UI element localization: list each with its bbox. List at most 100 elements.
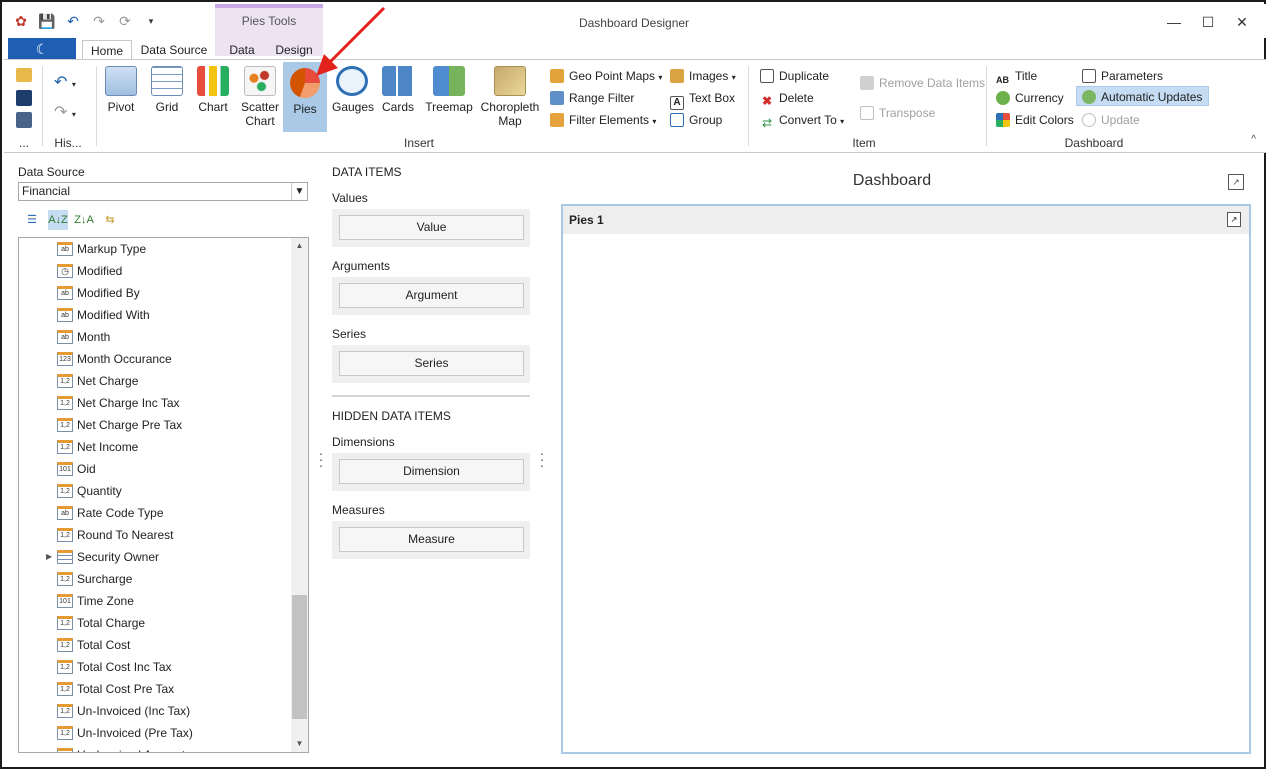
choropleth-map-button[interactable]: Choropleth Map (480, 64, 540, 130)
minimize-icon[interactable]: — (1164, 12, 1184, 32)
measure-drop-button[interactable]: Measure (339, 527, 524, 552)
field-type-icon: 1,2 (57, 726, 73, 740)
field-item[interactable]: 1,2 Un-Invoiced (Inc Tax) (19, 700, 308, 722)
filter-elements-button[interactable]: Filter Elements ▾ (550, 110, 656, 130)
series-well: Series (332, 345, 530, 383)
field-item[interactable]: 1,2 Net Charge (19, 370, 308, 392)
undo-icon[interactable]: ↶ (64, 12, 82, 30)
transpose-button[interactable]: Transpose (860, 103, 935, 123)
series-label: Series (332, 327, 367, 341)
field-type-icon: 1,2 (57, 682, 73, 696)
edit-colors-button[interactable]: Edit Colors (996, 110, 1074, 130)
group-by-type-icon[interactable]: ☰ (22, 210, 42, 230)
field-item[interactable]: 101 Time Zone (19, 590, 308, 612)
grid-button[interactable]: Grid (148, 64, 186, 130)
dimension-drop-button[interactable]: Dimension (339, 459, 524, 484)
chart-button[interactable]: Chart (194, 64, 232, 130)
field-list-scrollbar[interactable]: ▲ ▼ (291, 238, 308, 752)
field-list[interactable]: ab Markup Type ◷ Modified ab Modified By ab Mod… (18, 237, 309, 753)
convert-to-button[interactable]: ⇄ Convert To ▾ (760, 110, 844, 130)
field-item[interactable]: ab Modified By (19, 282, 308, 304)
scroll-up-icon[interactable]: ▲ (291, 238, 308, 254)
expand-arrow-icon[interactable]: ▶ (46, 546, 52, 568)
redo-large-icon[interactable]: ↷ ▾ (54, 102, 76, 122)
field-item[interactable]: 1,2 Net Income (19, 436, 308, 458)
field-item[interactable]: 1,2 Round To Nearest (19, 524, 308, 546)
save-all-icon[interactable] (16, 112, 32, 128)
save-file-icon[interactable] (16, 90, 32, 106)
values-label: Values (332, 191, 368, 205)
app-menu-icon: ☾ (35, 41, 49, 57)
auto-update-icon (1082, 90, 1096, 104)
left-splitter-grip[interactable]: · · · (318, 446, 324, 472)
treemap-button[interactable]: Treemap (424, 64, 474, 130)
update-button[interactable]: Update (1082, 110, 1140, 130)
dashboard-export-icon[interactable]: ↗ (1228, 174, 1244, 190)
field-item[interactable]: 1,2 Surcharge (19, 568, 308, 590)
palette-icon (996, 113, 1010, 127)
field-item[interactable]: 1,2 Net Charge Pre Tax (19, 414, 308, 436)
pies-dashboard-item[interactable]: Pies 1 ↗ (561, 204, 1251, 754)
field-item[interactable]: ▶ Security Owner (19, 546, 308, 568)
scrollbar-thumb[interactable] (292, 595, 307, 719)
pivot-button[interactable]: Pivot (102, 64, 140, 130)
field-item[interactable]: 1,2 Total Cost Pre Tax (19, 678, 308, 700)
automatic-updates-button[interactable]: Automatic Updates (1076, 86, 1210, 106)
title-button[interactable]: AB Title (996, 66, 1037, 86)
data-source-select[interactable]: Financial ▼ (18, 182, 308, 201)
field-item[interactable]: ab Rate Code Type (19, 502, 308, 524)
chevron-down-icon[interactable]: ▼ (291, 183, 307, 200)
currency-button[interactable]: Currency (996, 88, 1064, 108)
pies-item-title: Pies 1 (569, 213, 604, 227)
group-button[interactable]: Group (670, 110, 722, 130)
tab-data[interactable]: Data (222, 40, 262, 60)
duplicate-button[interactable]: Duplicate (760, 66, 829, 86)
customize-qat-icon[interactable]: ▾ (142, 12, 160, 30)
scroll-down-icon[interactable]: ▼ (291, 736, 308, 752)
tab-data-source[interactable]: Data Source (138, 40, 210, 60)
refresh-fields-icon[interactable]: ⇆ (100, 210, 120, 230)
sort-ascending-icon[interactable]: A↓Z (48, 210, 68, 230)
field-item[interactable]: 1,2 Net Charge Inc Tax (19, 392, 308, 414)
field-item[interactable]: 1,2 Quantity (19, 480, 308, 502)
item-export-icon[interactable]: ↗ (1227, 212, 1241, 227)
field-item[interactable]: 1,2 Un-Invoiced Amount (19, 744, 308, 752)
remove-data-items-button[interactable]: Remove Data Items (860, 73, 985, 93)
undo-large-icon[interactable]: ↶ ▾ (54, 72, 76, 92)
images-button[interactable]: Images ▾ (670, 66, 736, 86)
sort-descending-icon[interactable]: Z↓A (74, 210, 94, 230)
argument-drop-button[interactable]: Argument (339, 283, 524, 308)
tab-home[interactable]: Home (82, 40, 132, 60)
field-item[interactable]: ab Markup Type (19, 238, 308, 260)
delete-button[interactable]: ✖ Delete (760, 88, 814, 108)
open-icon[interactable] (16, 68, 32, 82)
scatter-chart-button[interactable]: Scatter Chart (238, 64, 282, 130)
value-drop-button[interactable]: Value (339, 215, 524, 240)
right-splitter-grip[interactable]: · · · (539, 446, 545, 472)
collapse-ribbon-icon[interactable]: ^ (1251, 134, 1256, 145)
field-item[interactable]: 123 Month Occurance (19, 348, 308, 370)
save-icon[interactable]: 💾 (38, 12, 56, 30)
refresh-icon[interactable]: ⟳ (116, 12, 134, 30)
parameters-button[interactable]: Parameters (1082, 66, 1163, 86)
field-item[interactable]: ◷ Modified (19, 260, 308, 282)
text-box-button[interactable]: A Text Box (670, 88, 735, 110)
field-name: Net Income (77, 440, 139, 454)
field-item[interactable]: 1,2 Total Cost (19, 634, 308, 656)
field-name: Total Charge (77, 616, 146, 630)
application-menu-button[interactable]: ☾ (8, 38, 76, 60)
close-icon[interactable]: ✕ (1232, 12, 1252, 32)
field-item[interactable]: 1,2 Total Charge (19, 612, 308, 634)
field-item[interactable]: ab Month (19, 326, 308, 348)
field-item[interactable]: 1,2 Total Cost Inc Tax (19, 656, 308, 678)
geo-point-maps-button[interactable]: Geo Point Maps ▾ (550, 66, 662, 86)
series-drop-button[interactable]: Series (339, 351, 524, 376)
maximize-icon[interactable]: ☐ (1198, 12, 1218, 32)
field-item[interactable]: 1,2 Un-Invoiced (Pre Tax) (19, 722, 308, 744)
redo-icon[interactable]: ↷ (90, 12, 108, 30)
choropleth-map-label: Choropleth Map (480, 100, 540, 128)
field-item[interactable]: 101 Oid (19, 458, 308, 480)
range-filter-button[interactable]: Range Filter (550, 88, 634, 108)
field-type-icon: 101 (57, 462, 73, 476)
field-item[interactable]: ab Modified With (19, 304, 308, 326)
